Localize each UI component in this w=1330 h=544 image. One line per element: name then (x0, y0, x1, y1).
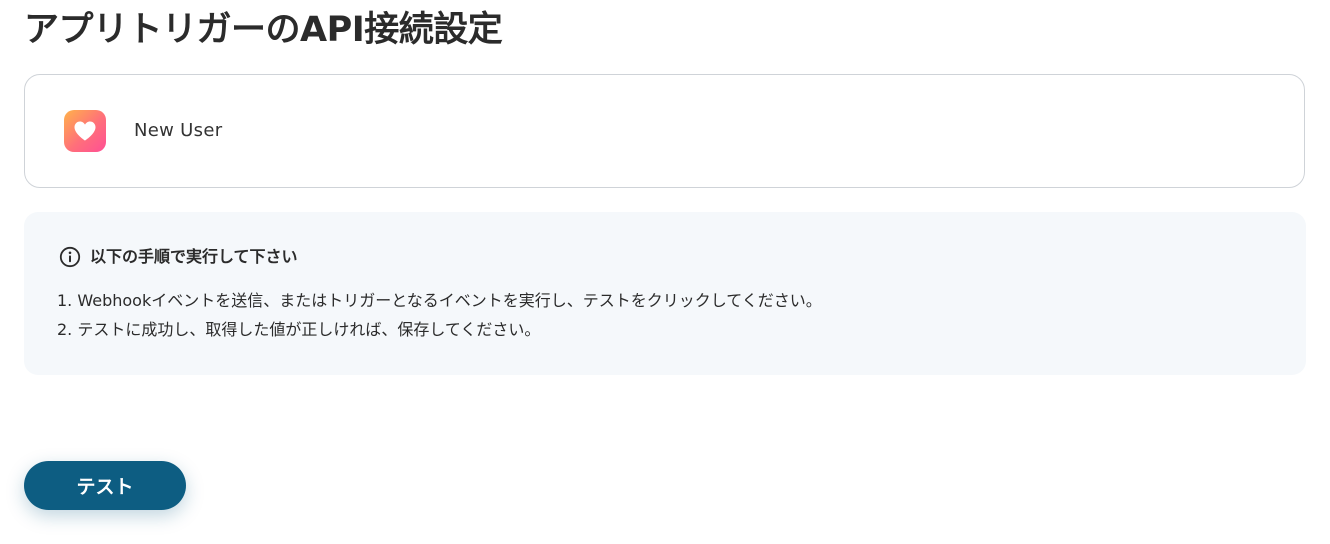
info-icon (59, 246, 81, 268)
heart-app-icon (64, 110, 106, 152)
page-title: アプリトリガーのAPI接続設定 (24, 10, 503, 50)
trigger-name: New User (134, 120, 223, 141)
instructions-title: 以下の手順で実行して下さい (90, 247, 298, 266)
instruction-step-1: 1. Webhookイベントを送信、またはトリガーとなるイベントを実行し、テスト… (57, 291, 822, 310)
instructions-box: 以下の手順で実行して下さい 1. Webhookイベントを送信、またはトリガーと… (24, 212, 1306, 375)
instructions-steps: 1. Webhookイベントを送信、またはトリガーとなるイベントを実行し、テスト… (57, 286, 822, 344)
test-button[interactable]: テスト (24, 461, 186, 510)
instruction-step-2: 2. テストに成功し、取得した値が正しければ、保存してください。 (57, 320, 541, 339)
instructions-header: 以下の手順で実行して下さい (59, 246, 298, 268)
heart-icon (74, 121, 96, 141)
trigger-card: New User (24, 74, 1305, 188)
api-connection-settings-page: アプリトリガーのAPI接続設定 New User 以下の手順で実行して下さい 1… (0, 0, 1330, 544)
